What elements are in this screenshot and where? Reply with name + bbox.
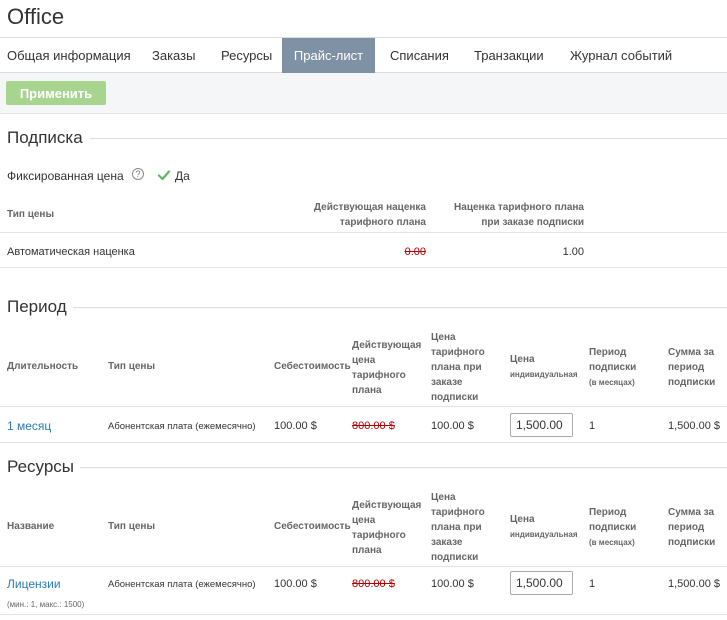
resource-sum: 1,500.00 $ bbox=[668, 578, 720, 590]
tab-charges[interactable]: Списания bbox=[390, 38, 449, 73]
period-sum: 1,500.00 $ bbox=[668, 420, 720, 432]
table-divider bbox=[0, 406, 727, 407]
period-current-price: 800.00 $ bbox=[352, 420, 395, 432]
section-divider bbox=[73, 307, 727, 308]
help-icon[interactable]: ? bbox=[132, 168, 144, 180]
resource-cost: 100.00 $ bbox=[274, 578, 317, 590]
current-markup-value: 0.00 bbox=[404, 246, 426, 258]
header-cost: Себестоимость bbox=[274, 361, 351, 372]
header-cost: Себестоимость bbox=[274, 521, 351, 532]
toolbar: Применить bbox=[0, 73, 727, 114]
tab-general-info[interactable]: Общая информация bbox=[7, 38, 131, 73]
header-period: Период подписки (в месяцах) bbox=[589, 347, 637, 387]
header-price-type: Тип цены bbox=[108, 521, 155, 532]
header-order-price: Цена тарифного плана при заказе подписки bbox=[431, 492, 485, 563]
fixed-price-value: Да bbox=[175, 169, 190, 183]
period-months: 1 bbox=[589, 420, 596, 432]
header-price-type: Тип цены bbox=[108, 361, 155, 372]
tab-orders[interactable]: Заказы bbox=[152, 38, 195, 73]
resource-order-price: 100.00 $ bbox=[431, 578, 474, 590]
tab-resources[interactable]: Ресурсы bbox=[221, 38, 272, 73]
table-divider bbox=[0, 614, 727, 615]
header-name: Название bbox=[7, 521, 55, 532]
table-divider bbox=[0, 442, 727, 443]
period-order-price: 100.00 $ bbox=[431, 420, 474, 432]
order-markup-value: 1.00 bbox=[562, 246, 584, 258]
apply-button[interactable]: Применить bbox=[6, 81, 106, 105]
resource-current-price: 800.00 $ bbox=[352, 578, 395, 590]
header-individual-price: Цена индивидуальная bbox=[510, 514, 578, 539]
header-current-price: Действующая цена тарифного плана bbox=[352, 500, 422, 556]
subscription-section-title: Подписка bbox=[7, 128, 83, 147]
header-current-markup: Действующая наценка тарифного плана bbox=[313, 202, 426, 228]
table-divider bbox=[0, 566, 727, 567]
tab-bar: Общая информация Заказы Ресурсы Прайс-ли… bbox=[0, 37, 727, 73]
header-sum: Сумма за период подписки bbox=[668, 347, 716, 388]
header-period: Период подписки (в месяцах) bbox=[589, 507, 637, 547]
header-duration: Длительность bbox=[7, 361, 79, 372]
header-individual-price: Цена индивидуальная bbox=[510, 354, 578, 379]
tab-event-log[interactable]: Журнал событий bbox=[570, 38, 672, 73]
resource-name-link[interactable]: Лицензии bbox=[7, 577, 61, 591]
fixed-price-label: Фиксированная цена bbox=[7, 169, 124, 183]
header-current-price: Действующая цена тарифного плана bbox=[352, 340, 422, 396]
table-divider bbox=[0, 267, 727, 268]
subscription-price-type: Автоматическая наценка bbox=[7, 246, 135, 258]
section-divider bbox=[80, 467, 727, 468]
resource-limits: (мин.: 1, макс.: 1500) bbox=[7, 600, 85, 609]
tab-transactions[interactable]: Транзакции bbox=[474, 38, 544, 73]
header-order-markup: Наценка тарифного плана при заказе подпи… bbox=[454, 202, 584, 228]
period-section-title: Период bbox=[7, 297, 67, 316]
table-divider bbox=[0, 232, 727, 233]
header-price-type: Тип цены bbox=[7, 209, 54, 220]
check-icon bbox=[157, 170, 171, 181]
resource-individual-price-input[interactable] bbox=[510, 571, 573, 595]
page-title: Office bbox=[7, 4, 65, 29]
header-order-price: Цена тарифного плана при заказе подписки bbox=[431, 332, 485, 403]
period-cost: 100.00 $ bbox=[274, 420, 317, 432]
tab-price-list[interactable]: Прайс-лист bbox=[282, 38, 375, 73]
period-duration-link[interactable]: 1 месяц bbox=[7, 419, 51, 433]
period-price-type: Абонентская плата (ежемесячно) bbox=[108, 421, 256, 432]
resources-section-title: Ресурсы bbox=[7, 457, 75, 476]
period-individual-price-input[interactable] bbox=[510, 413, 573, 437]
resource-price-type: Абонентская плата (ежемесячно) bbox=[108, 579, 256, 590]
resource-months: 1 bbox=[589, 578, 596, 590]
header-sum: Сумма за период подписки bbox=[668, 507, 716, 548]
section-divider bbox=[90, 138, 727, 139]
